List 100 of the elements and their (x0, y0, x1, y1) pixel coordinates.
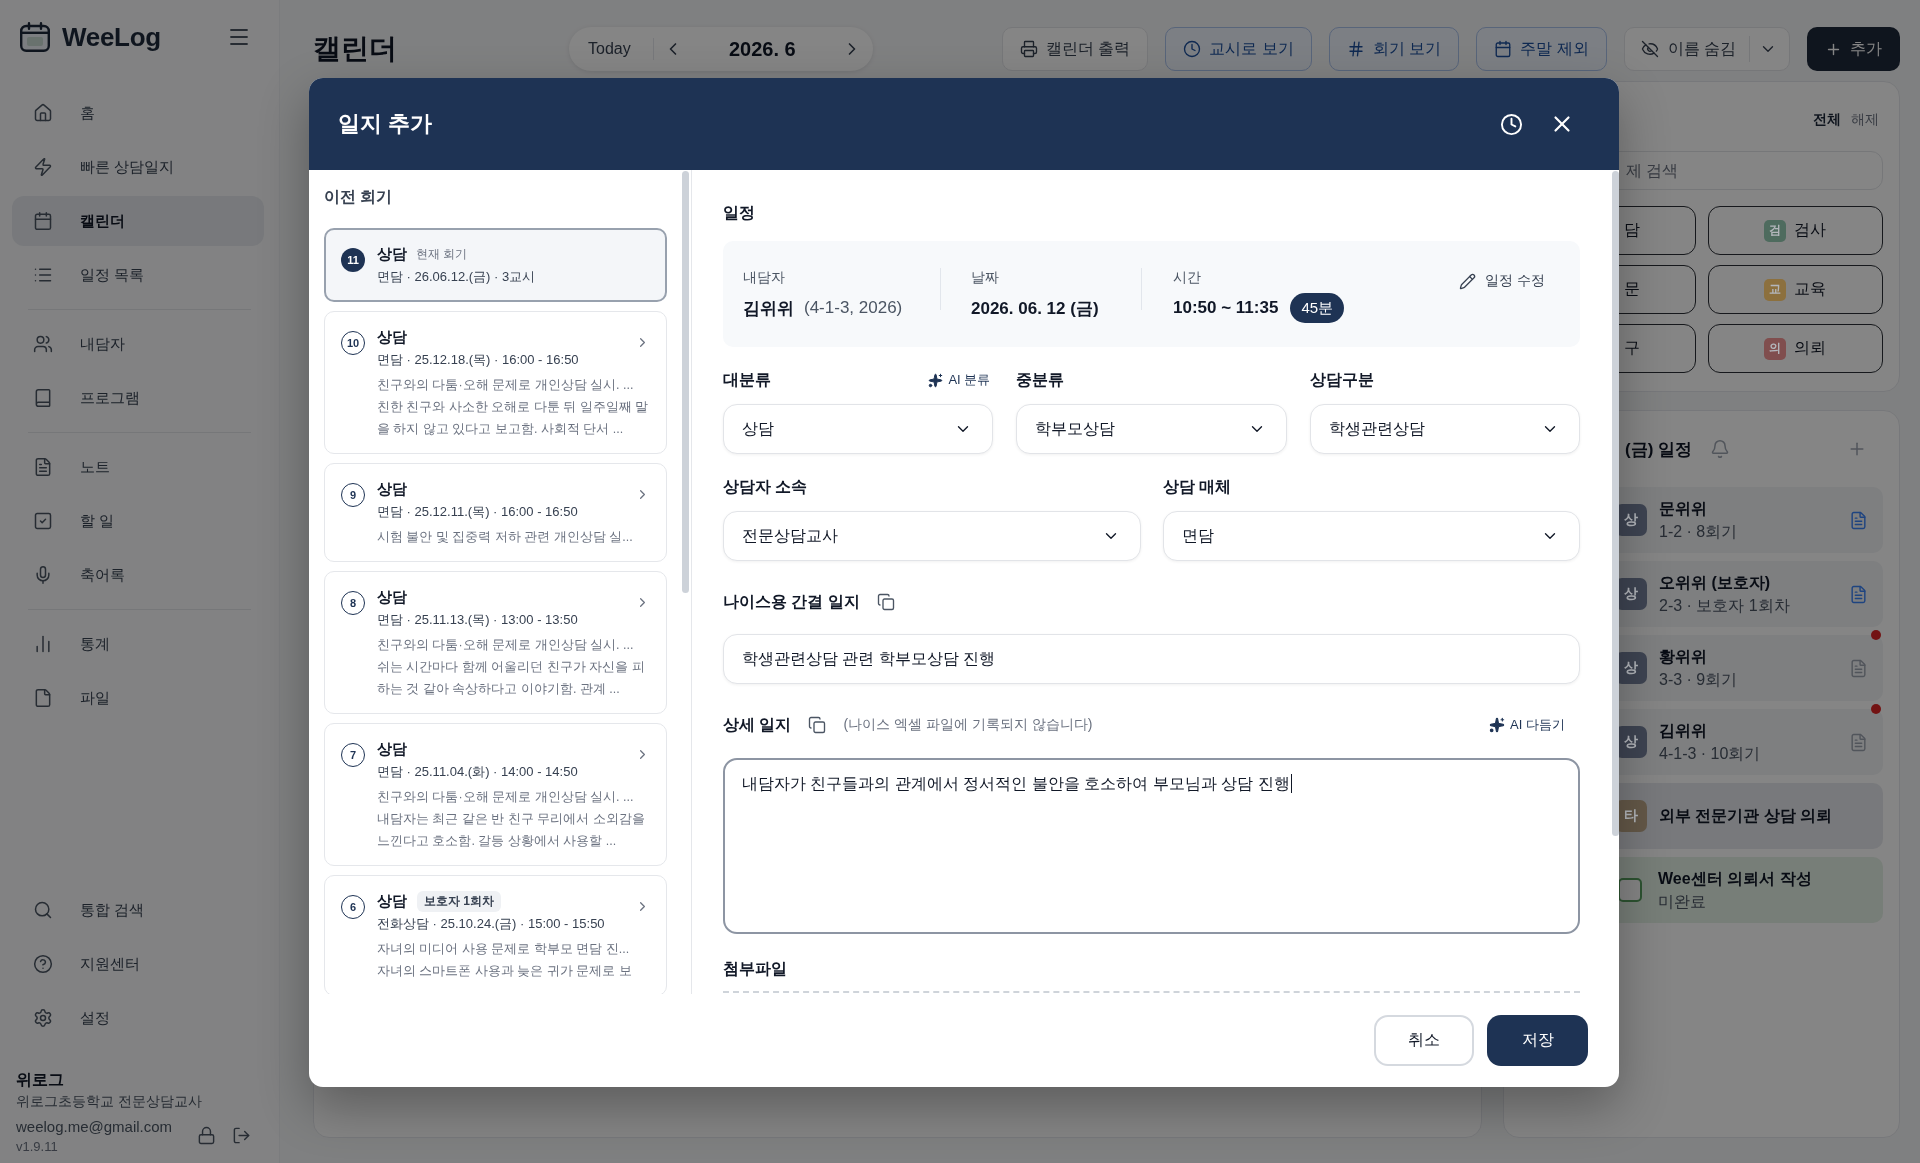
brief-log-field[interactable]: 학생관련상담 관련 학부모상담 진행 (723, 634, 1580, 684)
clock-icon[interactable] (1500, 112, 1523, 136)
copy-icon[interactable] (876, 593, 895, 611)
document-icon[interactable] (1849, 584, 1868, 604)
calendar-icon (33, 211, 53, 231)
hide-names-button[interactable]: 이름 숨김 (1623, 27, 1790, 71)
field-note: (나이스 엑셀 파일에 기록되지 않습니다) (843, 716, 1093, 734)
today-button[interactable]: Today (588, 40, 631, 58)
document-icon[interactable] (1849, 510, 1868, 530)
schedule-name: 황위위 (1659, 647, 1707, 667)
session-detail: 내담자는 최근 같은 반 친구 무리에서 소외감을 느낀다고 호소함. 갈등 상황에서 사용할 ... (377, 811, 646, 850)
lock-icon[interactable] (197, 1126, 216, 1145)
session-meta: 면담 · 25.12.11.(목) · 16:00 - 16:50 (377, 503, 578, 521)
session-detail: 자녀의 스마트폰 사용과 늦은 귀가 문제로 보 (377, 963, 632, 980)
field-label: 상세 일지 (723, 714, 792, 735)
page-title: 캘린더 (313, 32, 397, 66)
category-filter-button[interactable]: 의 의뢰 (1707, 324, 1883, 373)
bell-icon[interactable] (1710, 439, 1731, 459)
session-meta: 면담 · 25.12.18.(목) · 16:00 - 16:50 (377, 351, 579, 369)
nav-item[interactable]: 축어록 (12, 550, 264, 600)
user-email: weelog.me@gmail.com (16, 1117, 173, 1137)
copy-icon[interactable] (808, 716, 827, 734)
nav-item[interactable]: 홈 (12, 88, 264, 138)
session-number: 11 (341, 248, 365, 272)
session-card[interactable]: 10 상담 면담 · 25.12.18.(목) · 16:00 - 16:50 친구와의 다툼·오해 문제로 개인상담 실시. ... 친한 친구와 사소한 오해로 다툰 뒤 일주일째 말을 하지 않고 있다고 보고함. 사회적 단서 ... (324, 311, 667, 454)
edit-schedule-button[interactable]: 일정 수정 (1459, 272, 1545, 290)
weekend-toggle-button[interactable]: 주말 제외 (1476, 27, 1607, 71)
field-label: 상담구분 (1309, 369, 1374, 390)
todo-checkbox[interactable] (1618, 878, 1642, 902)
category-select[interactable]: 상담 (723, 404, 994, 454)
ai-classify-button[interactable]: AI 분류 (928, 371, 991, 389)
info-label: 내담자 (743, 268, 785, 286)
nav-item[interactable]: 내담자 (12, 319, 264, 369)
session-meta: 면담 · 26.06.12.(금) · 3교시 (377, 268, 536, 286)
nav-item[interactable]: 통계 (12, 619, 264, 669)
nav-item[interactable]: 빠른 상담일지 (12, 142, 264, 192)
add-button[interactable]: 추가 (1807, 27, 1900, 71)
category-badge: 교 (1764, 278, 1787, 301)
scrollbar-thumb[interactable] (1612, 171, 1619, 836)
session-card[interactable]: 7 상담 면담 · 25.11.04.(화) · 14:00 - 14:50 친구와의 다툼·오해 문제로 개인상담 실시. ... 내담자는 최근 같은 반 친구 무리에서 소외감을 느낀다고 호소함. 갈등 상황에서 사용할 ... (324, 723, 667, 866)
session-number: 7 (341, 743, 365, 767)
category-select[interactable]: 학생관련상담 (1309, 404, 1580, 454)
microphone-icon (33, 565, 53, 585)
session-title: 상담 (377, 244, 407, 264)
sparkle-icon (1489, 717, 1506, 733)
nav-item[interactable]: 설정 (12, 993, 264, 1043)
document-icon (33, 457, 53, 477)
clock-icon (1183, 40, 1202, 58)
nav-item[interactable]: 프로그램 (12, 373, 264, 423)
category-filter-button[interactable]: 검 검사 (1707, 206, 1883, 255)
session-number: 10 (341, 331, 365, 355)
checkbox-icon (33, 511, 53, 531)
schedule-name: Wee센터 의뢰서 작성 (1658, 869, 1812, 889)
client-info: (4-1-3, 2026) (804, 298, 903, 318)
users-icon (33, 334, 53, 354)
session-summary: 자녀의 미디어 사용 문제로 학부모 면담 진... (377, 941, 630, 958)
bar-chart-icon (33, 634, 53, 654)
schedule-name: 문위위 (1659, 499, 1707, 519)
category-filter-button[interactable]: 교 교육 (1707, 265, 1883, 314)
session-summary: 친구와의 다툼·오해 문제로 개인상담 실시. ... (377, 789, 634, 806)
print-calendar-button[interactable]: 캘린더 출력 (1001, 27, 1149, 71)
list-icon (33, 265, 53, 285)
scrollbar-thumb[interactable] (682, 171, 689, 593)
nav-item[interactable]: 일정 목록 (12, 250, 264, 300)
session-summary: 친구와의 다툼·오해 문제로 개인상담 실시. ... (377, 377, 634, 394)
nav-item[interactable]: 지원센터 (12, 939, 264, 989)
option-select[interactable]: 면담 (1162, 511, 1580, 561)
cancel-button[interactable]: 취소 (1374, 1015, 1474, 1066)
session-card[interactable]: 6 상담 보호자 1회차 전화상담 · 25.10.24.(금) · 15:00 - 15:50 자녀의 미디어 사용 문제로 학부모 면담 진... 자녀의 스마트폰 사용과 늦은 귀가 문제로 보 (324, 875, 667, 994)
info-label: 시간 (1173, 268, 1201, 286)
clear-button[interactable]: 해제 (1851, 111, 1879, 129)
schedule-time: 10:50 ~ 11:35 (1173, 298, 1279, 318)
help-icon (33, 954, 53, 974)
category-select[interactable]: 학부모상담 (1016, 404, 1287, 454)
schedule-date: 2026. 06. 12 (금) (971, 297, 1099, 320)
session-tag: 보호자 1회차 (417, 890, 501, 912)
session-card[interactable]: 8 상담 면담 · 25.11.13.(목) · 13:00 - 13:50 친구와의 다툼·오해 문제로 개인상담 실시. ... 쉬는 시간마다 함께 어울리던 친구가 자신을 피하는 것 같아 속상하다고 이야기함. 관계 ... (324, 571, 667, 714)
nav-item[interactable]: 캘린더 (12, 196, 264, 246)
nav-item[interactable]: 통합 검색 (12, 885, 264, 935)
session-card[interactable]: 11 상담 현재 회기 면담 · 26.06.12.(금) · 3교시 (324, 228, 667, 302)
text-cursor (1290, 774, 1293, 793)
session-title: 상담 (377, 479, 407, 499)
schedule-name: 김위위 (1659, 721, 1707, 741)
nav-item[interactable]: 노트 (12, 442, 264, 492)
printer-icon (1019, 40, 1038, 58)
session-detail: 쉬는 시간마다 함께 어울리던 친구가 자신을 피하는 것 같아 속상하다고 이야기함. 관계 ... (377, 659, 646, 698)
select-all-button[interactable]: 전체 (1813, 111, 1841, 129)
session-card[interactable]: 9 상담 면담 · 25.12.11.(목) · 16:00 - 16:50 시험 불안 및 집중력 저하 관련 개인상담 실... (324, 463, 667, 562)
field-label: 중분류 (1016, 369, 1065, 390)
session-number: 8 (341, 591, 365, 615)
nav-item[interactable]: 할 일 (12, 496, 264, 546)
logout-icon[interactable] (232, 1126, 251, 1145)
detail-log-field[interactable]: 내담자가 친구들과의 관계에서 정서적인 불안을 호소하여 부모님과 상담 진행 (723, 758, 1580, 934)
save-button[interactable]: 저장 (1487, 1015, 1588, 1066)
period-view-button[interactable]: 교시로 보기 (1165, 27, 1312, 71)
user-name: 위로그 (16, 1070, 64, 1090)
nav-item[interactable]: 파일 (12, 673, 264, 723)
session-view-button[interactable]: 회기 보기 (1328, 27, 1460, 71)
session-summary: 시험 불안 및 집중력 저하 관련 개인상담 실... (377, 529, 633, 546)
option-select[interactable]: 전문상담교사 (723, 511, 1141, 561)
